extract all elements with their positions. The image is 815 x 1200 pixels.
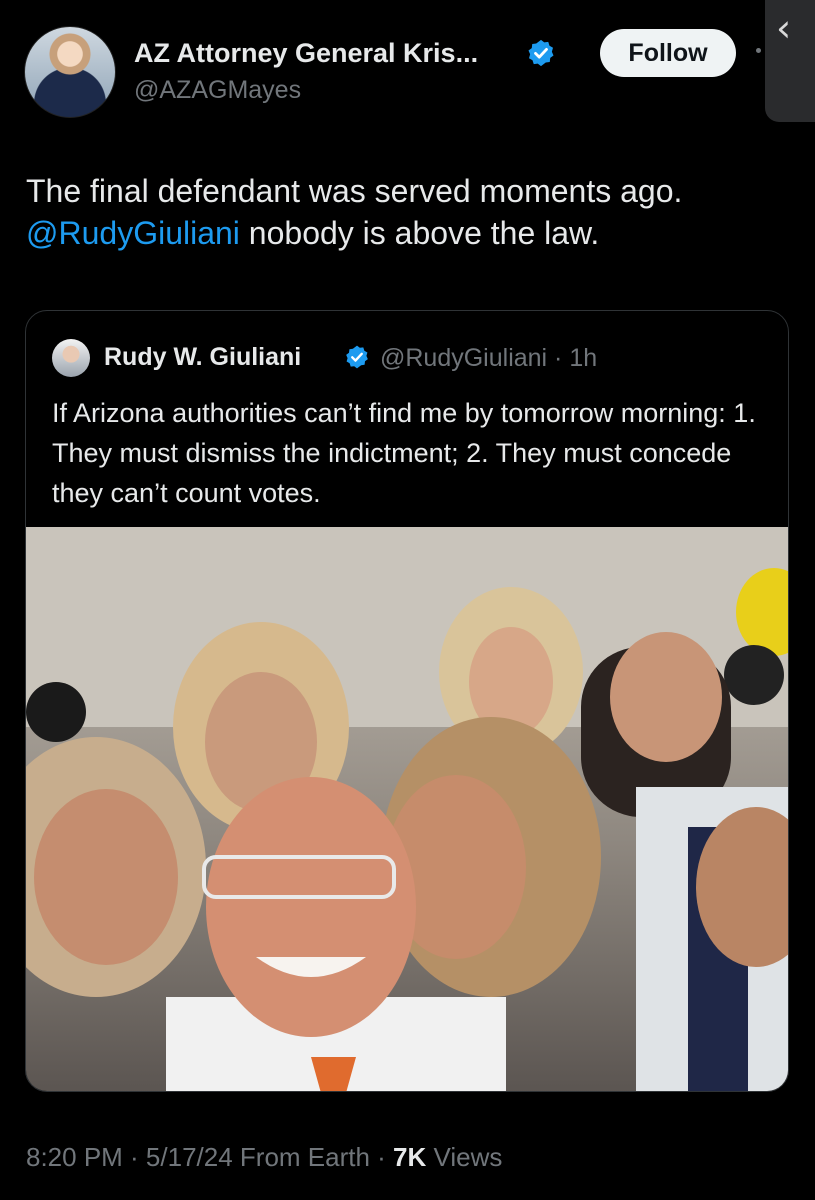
quoted-tweet-text: If Arizona authorities can’t find me by … — [52, 398, 756, 508]
tweet-view: ‹ AZ Attorney General Kris... @AZAGMayes… — [0, 0, 815, 1200]
time-date-source: 8:20 PM · 5/17/24 From Earth · — [26, 1142, 394, 1172]
follow-button[interactable]: Follow — [600, 29, 736, 77]
tweet-timestamp: 8:20 PM · 5/17/24 From Earth · 7K Views — [26, 1142, 502, 1173]
group-selfie-image — [26, 527, 788, 1091]
author-display-name[interactable]: AZ Attorney General Kris... — [134, 38, 478, 69]
tweet-line-1: The final defendant was served moments a… — [26, 173, 683, 209]
author-handle[interactable]: @AZAGMayes — [134, 76, 301, 105]
verified-badge-icon — [528, 39, 554, 67]
verified-badge-icon — [346, 345, 368, 369]
tweet-body: The final defendant was served moments a… — [26, 170, 786, 254]
quoted-author-name: Rudy W. Giuliani — [104, 343, 302, 371]
tweet-line-2: nobody is above the law. — [239, 215, 600, 251]
views-label: Views — [426, 1142, 503, 1172]
chevron-left-icon[interactable]: ‹ — [776, 6, 791, 50]
quoted-tweet-card[interactable]: Rudy W. Giuliani @RudyGiuliani · 1h If A… — [25, 310, 789, 1092]
quoted-author-avatar — [52, 339, 90, 377]
author-avatar[interactable] — [24, 26, 116, 118]
views-count[interactable]: 7K — [393, 1142, 426, 1172]
more-options-icon[interactable] — [756, 48, 761, 53]
quoted-handle-time: @RudyGiuliani · 1h — [380, 344, 598, 372]
mention-link[interactable]: @RudyGiuliani — [26, 215, 240, 251]
quoted-tweet-photo[interactable] — [26, 527, 788, 1091]
